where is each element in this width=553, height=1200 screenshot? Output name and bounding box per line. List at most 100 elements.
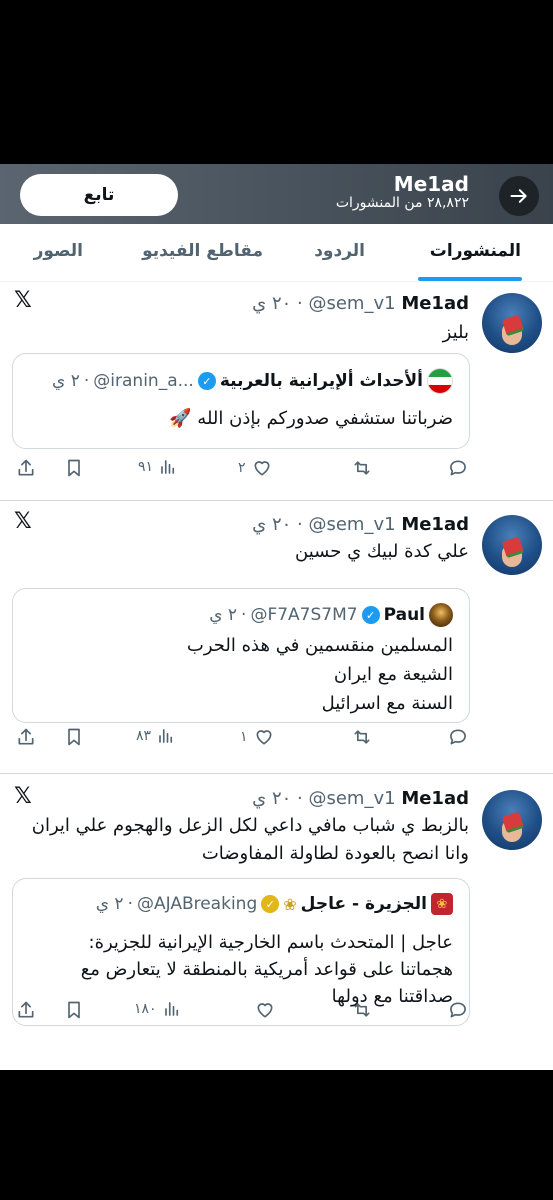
avatar[interactable] xyxy=(482,515,542,575)
tweet-handle[interactable]: @sem_v1 xyxy=(308,788,395,809)
quote-time: ٢ ي xyxy=(52,371,80,391)
likes-count: ١ xyxy=(240,729,248,745)
quote-text: ضرباتنا ستشفي صدوركم بإذن الله 🚀 xyxy=(169,408,453,429)
tweet-handle[interactable]: @sem_v1 xyxy=(308,514,395,535)
views-button[interactable]: ٩١ xyxy=(138,458,177,476)
verified-badge-icon: ✓ xyxy=(261,895,280,913)
active-tab-indicator xyxy=(418,277,522,281)
retweet-button[interactable] xyxy=(351,1000,373,1020)
tweet-2[interactable]: 𝕏 ٢٠ ي · @sem_v1 Me1ad علي كدة لبيك ي حس… xyxy=(0,501,553,774)
quote-avatar xyxy=(427,368,453,394)
profile-name: Me1ad xyxy=(393,172,469,196)
tweet-author[interactable]: Me1ad xyxy=(401,788,469,809)
bookmark-button[interactable] xyxy=(64,1000,84,1020)
retweet-button[interactable] xyxy=(351,727,373,747)
quoted-tweet[interactable]: ٢ ي · @iranin_a... ✓ ألأحداث ألإيرانية با… xyxy=(12,353,470,449)
views-count: ٨٣ xyxy=(136,728,152,744)
quote-handle: @iranin_a... xyxy=(93,371,194,391)
x-logo-icon: 𝕏 xyxy=(14,288,32,313)
profile-header: Me1ad ٢٨,٨٢٢ من المنشورات تابع xyxy=(0,164,553,224)
quote-handle: @F7A7S7M7 xyxy=(250,605,358,625)
quote-header: ٢ ي · @F7A7S7M7 ✓ Paul xyxy=(209,603,453,627)
tweet-author[interactable]: Me1ad xyxy=(401,293,469,314)
share-button[interactable] xyxy=(16,727,36,747)
avatar[interactable] xyxy=(482,790,542,850)
tab-posts[interactable]: المنشورات xyxy=(430,241,521,261)
tweet-author[interactable]: Me1ad xyxy=(401,514,469,535)
quote-avatar: ❀ xyxy=(431,893,453,915)
tweet-meta: ٢٠ ي · @sem_v1 Me1ad xyxy=(252,514,469,535)
x-logo-icon: 𝕏 xyxy=(14,784,32,809)
retweet-icon xyxy=(354,1003,370,1017)
tweet-actions: ٩١ ٢ xyxy=(0,458,553,488)
share-button[interactable] xyxy=(16,1000,36,1020)
likes-count: ٢ xyxy=(238,460,246,476)
views-icon xyxy=(161,460,175,474)
quote-text: المسلمين منقسمين في هذه الحرب الشيعة مع … xyxy=(186,635,453,714)
heart-icon xyxy=(256,730,272,745)
tweet-meta: ٢٠ ي · @sem_v1 Me1ad xyxy=(252,293,469,314)
tab-videos[interactable]: مقاطع الفيديو xyxy=(142,241,263,261)
profile-tabs: المنشورات الردود مقاطع الفيديو الصور xyxy=(0,224,553,282)
tweet-1[interactable]: 𝕏 ٢٠ ي · @sem_v1 Me1ad بليز ٢ ي · @iranin… xyxy=(0,282,553,501)
bottom-area xyxy=(0,1070,553,1200)
tab-replies[interactable]: الردود xyxy=(314,241,365,261)
follow-button[interactable]: تابع xyxy=(20,174,178,216)
reply-button[interactable] xyxy=(447,458,469,478)
tweet-actions: ٨٣ ١ xyxy=(0,727,553,757)
quote-author: الجزيرة - عاجل xyxy=(300,894,427,914)
views-count: ٩١ xyxy=(138,459,154,475)
retweet-icon xyxy=(354,461,370,475)
like-button[interactable] xyxy=(255,1000,275,1020)
reply-icon xyxy=(450,729,466,745)
tweet-time: ٢٠ ي xyxy=(252,514,292,535)
verified-badge-icon: ✓ xyxy=(197,372,216,390)
tweet-handle[interactable]: @sem_v1 xyxy=(308,293,395,314)
bookmark-icon xyxy=(68,459,80,477)
arrow-right-icon xyxy=(510,189,527,203)
quote-time: ٢ ي xyxy=(209,605,238,625)
quote-time: ٢ ي xyxy=(95,894,124,914)
quote-author: ألأحداث ألإيرانية بالعربية xyxy=(219,371,423,391)
quote-handle: @AJABreaking xyxy=(136,894,258,914)
quote-header: ٢ ي · @AJABreaking ✓ ❀ الجزيرة - عاجل ❀ xyxy=(96,893,453,915)
bookmark-button[interactable] xyxy=(64,458,84,478)
tweet-actions: ١٨٠ xyxy=(0,1000,553,1030)
x-logo-icon: 𝕏 xyxy=(14,509,32,534)
reply-icon xyxy=(450,1002,466,1018)
posts-count: ٢٨,٨٢٢ من المنشورات xyxy=(335,195,469,211)
affiliate-logo-icon: ❀ xyxy=(283,894,297,914)
tweet-time: ٢٠ ي xyxy=(252,293,292,314)
share-icon xyxy=(18,459,34,476)
reply-icon xyxy=(450,460,466,476)
quoted-tweet[interactable]: ٢ ي · @F7A7S7M7 ✓ Paul المسلمين منقسمين ف… xyxy=(12,588,470,723)
views-button[interactable]: ٨٣ xyxy=(136,727,175,745)
views-button[interactable]: ١٨٠ xyxy=(134,1000,181,1018)
bookmark-button[interactable] xyxy=(64,727,84,747)
quote-text: عاجل | المتحدث باسم الخارجية الإيرانية ل… xyxy=(80,932,453,1007)
reply-button[interactable] xyxy=(447,1000,469,1020)
tweet-meta: ٢٠ ي · @sem_v1 Me1ad xyxy=(252,788,469,809)
tweet-text: علي كدة لبيك ي حسين xyxy=(295,541,469,562)
views-count: ١٨٠ xyxy=(134,1001,157,1017)
share-icon xyxy=(18,728,34,745)
heart-icon xyxy=(254,461,270,476)
share-button[interactable] xyxy=(16,458,36,478)
heart-icon xyxy=(257,1003,273,1018)
retweet-icon xyxy=(354,730,370,744)
verified-badge-icon: ✓ xyxy=(361,606,380,624)
bookmark-icon xyxy=(68,1001,80,1019)
profile-screen: Me1ad ٢٨,٨٢٢ من المنشورات تابع المنشورات… xyxy=(0,164,553,1070)
tweet-3[interactable]: 𝕏 ٢٠ ي · @sem_v1 Me1ad بالزبط ي شباب ماف… xyxy=(0,774,553,1070)
reply-button[interactable] xyxy=(447,727,469,747)
tweet-time: ٢٠ ي xyxy=(252,788,292,809)
tab-photos[interactable]: الصور xyxy=(34,241,83,261)
quote-author: Paul xyxy=(383,605,425,625)
avatar[interactable] xyxy=(482,293,542,353)
tweet-text: بليز xyxy=(442,322,469,343)
retweet-button[interactable] xyxy=(351,458,373,478)
share-icon xyxy=(18,1001,34,1018)
back-button[interactable] xyxy=(499,176,539,216)
like-button[interactable]: ١ xyxy=(240,727,274,747)
like-button[interactable]: ٢ xyxy=(238,458,272,478)
